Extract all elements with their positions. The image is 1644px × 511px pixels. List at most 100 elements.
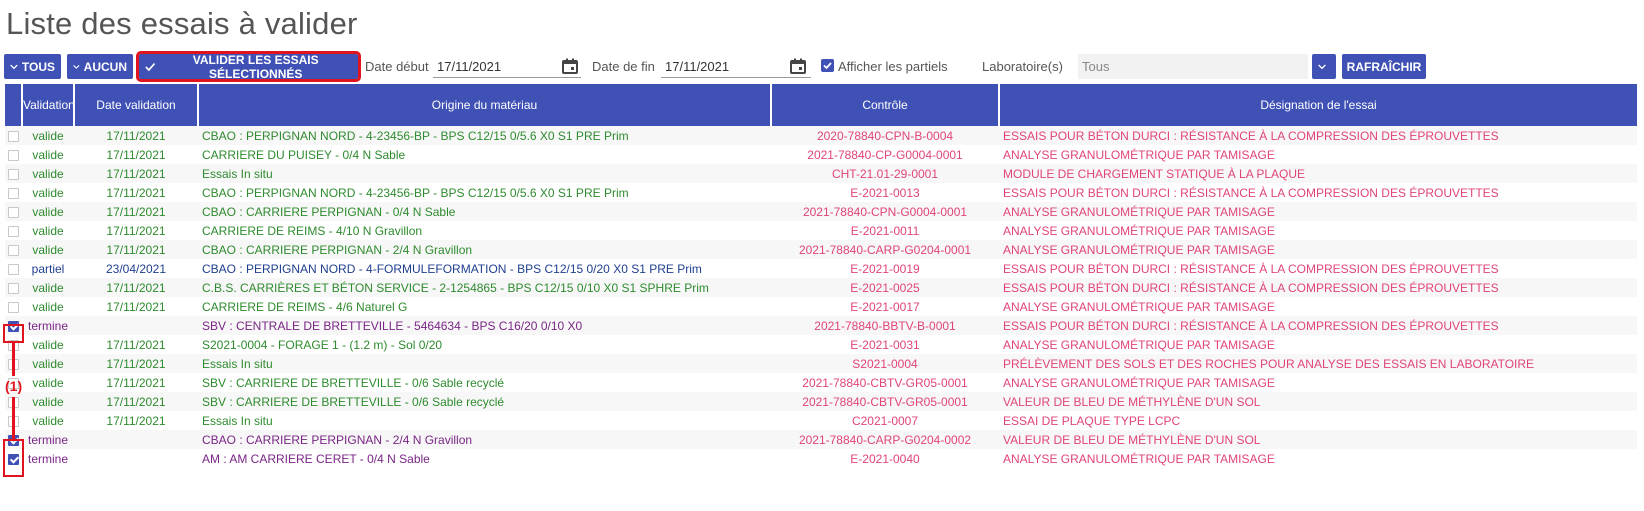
row-controle: 2021-78840-CBTV-GR05-0001 <box>771 392 999 411</box>
row-date: 17/11/2021 <box>106 223 166 238</box>
row-select-checkbox[interactable] <box>8 301 19 313</box>
annotation-label: (1) <box>5 378 23 394</box>
row-designation: VALEUR DE BLEU DE MÉTHYLÈNE D'UN SOL <box>999 430 1637 449</box>
row-status: valide <box>32 223 64 238</box>
table-row[interactable]: termine CBAO : CARRIERE PERPIGNAN - 2/4 N… <box>5 430 1637 449</box>
table-row[interactable]: valide 17/11/2021 Essais In situ C2021-0007… <box>5 411 1637 430</box>
row-designation: ESSAIS POUR BÉTON DURCI : RÉSISTANCE À L… <box>1003 261 1499 276</box>
row-controle: 2021-78840-CBTV-GR05-0001 <box>802 375 968 390</box>
row-checkbox[interactable] <box>5 278 22 297</box>
header-origine[interactable]: Origine du matériau <box>198 84 772 126</box>
table-row[interactable]: valide 17/11/2021 S2021-0004 - FORAGE 1 - … <box>5 335 1637 354</box>
row-select-checkbox[interactable] <box>8 263 19 275</box>
row-status: valide <box>22 278 74 297</box>
row-checkbox[interactable] <box>5 297 22 316</box>
row-select-checkbox[interactable] <box>8 187 19 199</box>
row-controle: E-2021-0011 <box>850 223 920 238</box>
table-row[interactable]: valide 17/11/2021 Essais In situ CHT-21.01-… <box>5 164 1637 183</box>
row-designation: ANALYSE GRANULOMÉTRIQUE PAR TAMISAGE <box>1003 451 1275 466</box>
row-controle: 2021-78840-CARP-G0204-0002 <box>771 430 999 449</box>
row-origine: C.B.S. CARRIÈRES ET BÉTON SERVICE - 2-12… <box>198 278 771 297</box>
table-row[interactable]: valide 17/11/2021 CBAO : CARRIERE PERPIGNA… <box>5 202 1637 221</box>
row-origine: CBAO : CARRIERE PERPIGNAN - 0/4 N Sable <box>198 202 771 221</box>
end-date-label: Date de fin <box>592 59 655 74</box>
laboratory-label: Laboratoire(s) <box>982 59 1063 74</box>
table-row[interactable]: valide 17/11/2021 CARRIERE DE REIMS - 4/10… <box>5 221 1637 240</box>
page-title: Liste des essais à valider <box>6 6 358 41</box>
row-controle: 2020-78840-CPN-B-0004 <box>771 126 999 145</box>
laboratory-dropdown-button[interactable] <box>1312 54 1336 79</box>
row-status: valide <box>32 413 64 428</box>
row-date: 17/11/2021 <box>106 299 166 314</box>
header-select <box>5 84 23 126</box>
table-row[interactable]: valide 17/11/2021 SBV : CARRIERE DE BRETTE… <box>5 373 1637 392</box>
row-origine: CBAO : PERPIGNAN NORD - 4-FORMULEFORMATI… <box>202 261 702 276</box>
table-row[interactable]: valide 17/11/2021 C.B.S. CARRIÈRES ET BÉTO… <box>5 278 1637 297</box>
start-date-field[interactable] <box>433 56 581 78</box>
row-origine: SBV : CARRIERE DE BRETTEVILLE - 0/6 Sabl… <box>202 375 505 390</box>
row-origine: CARRIERE DU PUISEY - 0/4 N Sable <box>202 147 406 162</box>
table-row[interactable]: valide 17/11/2021 Essais In situ S2021-0004… <box>5 354 1637 373</box>
row-designation: ANALYSE GRANULOMÉTRIQUE PAR TAMISAGE <box>1003 375 1275 390</box>
row-status: termine <box>22 316 74 335</box>
laboratory-select[interactable] <box>1078 54 1308 79</box>
select-all-button[interactable]: TOUS <box>4 54 61 79</box>
row-select-checkbox[interactable] <box>8 282 19 294</box>
header-controle[interactable]: Contrôle <box>771 84 1000 126</box>
row-controle: E-2021-0040 <box>850 451 920 466</box>
row-checkbox[interactable] <box>5 202 22 221</box>
row-checkbox[interactable] <box>5 240 22 259</box>
header-designation[interactable]: Désignation de l'essai <box>999 84 1637 126</box>
row-checkbox[interactable] <box>5 126 22 145</box>
table-row[interactable]: valide 17/11/2021 CBAO : PERPIGNAN NORD - … <box>5 183 1637 202</box>
row-date <box>74 430 198 449</box>
table-row[interactable]: valide 17/11/2021 SBV : CARRIERE DE BRETTE… <box>5 392 1637 411</box>
select-all-label: TOUS <box>21 59 55 74</box>
refresh-button[interactable]: RAFRAÎCHIR <box>1342 54 1426 79</box>
select-none-button[interactable]: AUCUN <box>67 54 133 79</box>
row-checkbox[interactable] <box>5 259 22 278</box>
row-controle: 2021-78840-CARP-G0204-0001 <box>771 240 999 259</box>
validate-selected-label: VALIDER LES ESSAIS SÉLECTIONNÉS <box>192 52 319 81</box>
row-status: valide <box>22 392 74 411</box>
chevron-down-icon <box>73 64 80 69</box>
row-select-checkbox[interactable] <box>8 206 19 218</box>
highlight-box <box>3 439 24 477</box>
row-date: 17/11/2021 <box>74 240 198 259</box>
header-date-validation[interactable]: Date validation <box>74 84 199 126</box>
show-partial-checkbox[interactable] <box>821 59 834 72</box>
row-date: 17/11/2021 <box>106 337 166 352</box>
row-origine: CBAO : PERPIGNAN NORD - 4-23456-BP - BPS… <box>198 126 771 145</box>
row-checkbox[interactable] <box>5 183 22 202</box>
select-none-label: AUCUN <box>83 59 127 74</box>
row-status: valide <box>22 202 74 221</box>
row-select-checkbox[interactable] <box>8 130 19 142</box>
table-row[interactable]: termine SBV : CENTRALE DE BRETTEVILLE - 5… <box>5 316 1637 335</box>
validate-selected-button[interactable]: VALIDER LES ESSAIS SÉLECTIONNÉS <box>136 51 361 82</box>
chevron-down-icon <box>10 64 18 69</box>
row-origine: CBAO : PERPIGNAN NORD - 4-23456-BP - BPS… <box>202 185 629 200</box>
row-select-checkbox[interactable] <box>8 149 19 161</box>
row-checkbox[interactable] <box>5 164 22 183</box>
table-row[interactable]: valide 17/11/2021 CARRIERE DE REIMS - 4/6 … <box>5 297 1637 316</box>
row-checkbox[interactable] <box>5 145 22 164</box>
row-controle: 2021-78840-CPN-G0004-0001 <box>771 202 999 221</box>
calendar-icon[interactable] <box>561 57 579 75</box>
row-select-checkbox[interactable] <box>8 168 19 180</box>
calendar-icon[interactable] <box>789 57 807 75</box>
row-status: valide <box>32 299 64 314</box>
row-date: 17/11/2021 <box>106 413 166 428</box>
table-row[interactable]: valide 17/11/2021 CBAO : CARRIERE PERPIGNA… <box>5 240 1637 259</box>
row-select-checkbox[interactable] <box>8 225 19 237</box>
row-checkbox[interactable] <box>5 221 22 240</box>
table-row[interactable]: termine AM : AM CARRIERE CERET - 0/4 N Sa… <box>5 449 1637 468</box>
row-origine: Essais In situ <box>202 413 273 428</box>
table-row[interactable]: valide 17/11/2021 CARRIERE DU PUISEY - 0/4… <box>5 145 1637 164</box>
row-designation: PRÉLÈVEMENT DES SOLS ET DES ROCHES POUR … <box>999 354 1637 373</box>
table-row[interactable]: partiel 23/04/2021 CBAO : PERPIGNAN NORD -… <box>5 259 1637 278</box>
table-row[interactable]: valide 17/11/2021 CBAO : PERPIGNAN NORD - … <box>5 126 1637 145</box>
header-validation[interactable]: Validation <box>22 84 75 126</box>
start-date-label: Date début <box>365 59 429 74</box>
row-select-checkbox[interactable] <box>8 244 19 256</box>
row-status: termine <box>22 430 74 449</box>
